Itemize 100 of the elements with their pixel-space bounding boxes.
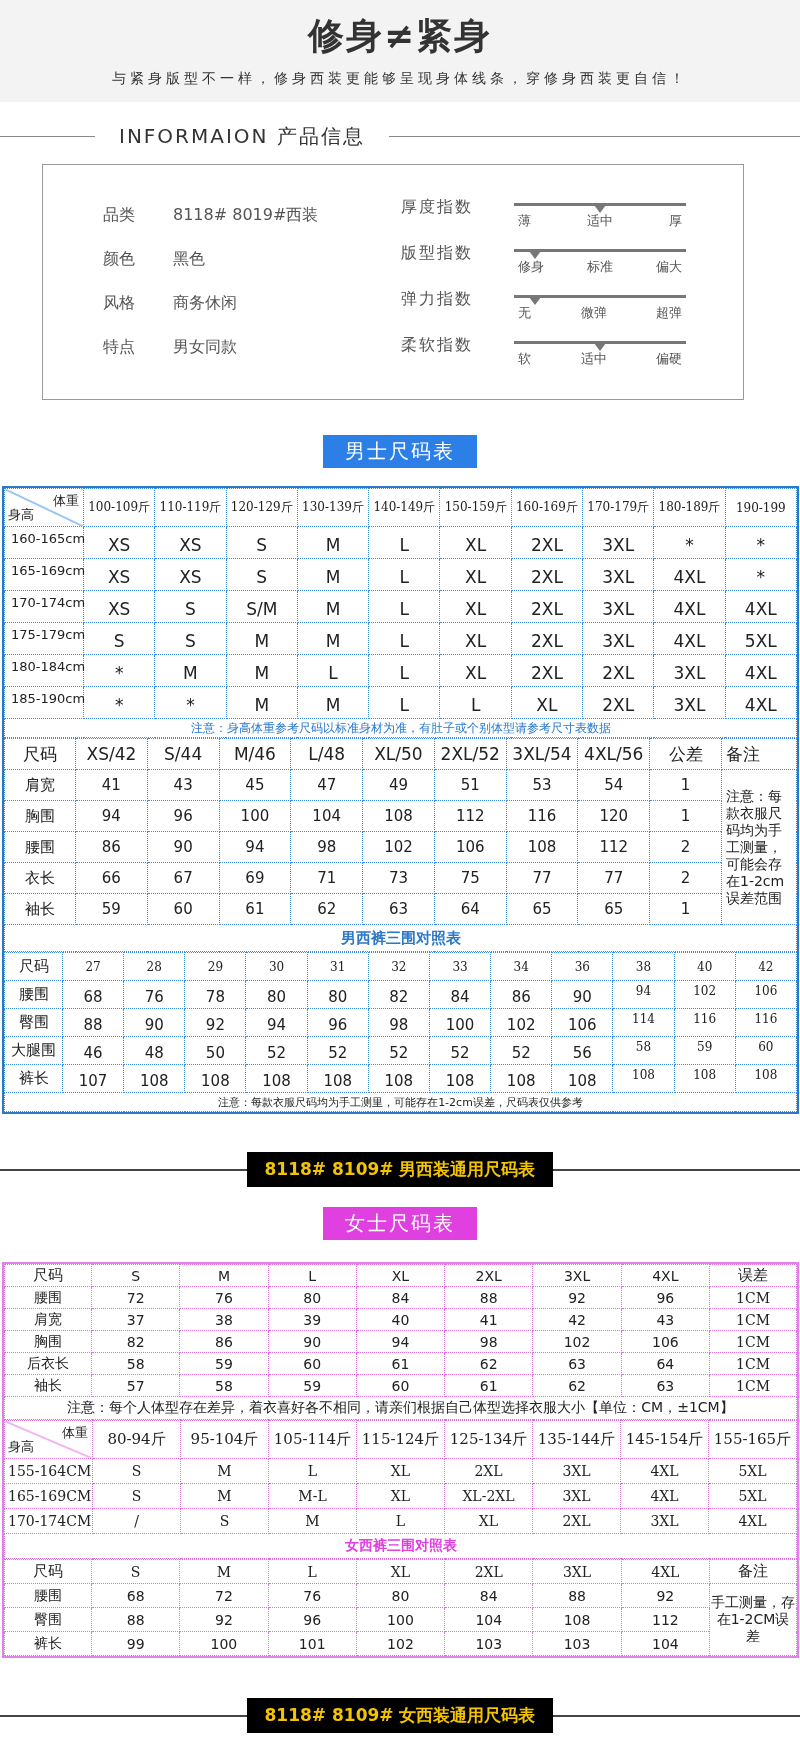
column-header: 120-129斤 (226, 488, 298, 527)
table-cell: 84 (429, 980, 491, 1009)
table-cell: 61 (444, 1374, 533, 1397)
table-cell: 52 (307, 1036, 369, 1065)
table-cell: 86 (75, 831, 148, 863)
table-cell: 48 (123, 1036, 185, 1065)
table-cell: XL (356, 1483, 445, 1509)
table-cell: 4XL (725, 654, 797, 687)
index-label: 厚度指数 (401, 197, 474, 218)
row-header: 185-190cm (4, 686, 84, 719)
table-cell: 108 (506, 831, 578, 863)
table-cell: 61 (356, 1352, 445, 1375)
page-title: 修身≠紧身 (307, 14, 493, 58)
table-cell: 52 (245, 1036, 308, 1065)
table-note: 注意：每款衣服尺码均为手工测里，可能存在1-2cm误差，尺码表仅供参考 (4, 1092, 797, 1112)
table-cell: 92 (621, 1583, 710, 1608)
table-cell: 102 (532, 1330, 622, 1353)
banner: 8118# 8109# 男西装通用尺码表 (246, 1152, 554, 1187)
table-cell: 3XL (582, 622, 654, 655)
table-cell: * (83, 654, 155, 687)
table-cell: 88 (444, 1286, 533, 1309)
column-header: 140-149斤 (368, 488, 440, 527)
table-cell: 68 (91, 1583, 180, 1608)
attribute-label: 风格 (103, 292, 136, 314)
table-cell: L (440, 686, 512, 719)
table-cell: 63 (532, 1352, 622, 1375)
table-cell: 82 (368, 980, 430, 1009)
column-axis-label: 体重 (53, 492, 79, 510)
row-header: 腰围 (4, 1286, 92, 1309)
table-cell: 49 (362, 769, 435, 801)
table-cell: L (368, 558, 440, 591)
table-cell: 43 (147, 769, 220, 801)
table-cell: 53 (506, 769, 578, 801)
table-cell: 108 (612, 1064, 675, 1093)
table-cell: 66 (75, 862, 148, 894)
table-cell: 80 (356, 1583, 445, 1608)
row-header: 肩宽 (4, 1308, 92, 1331)
table-cell: S (226, 526, 298, 559)
table-cell: 100 (429, 1008, 491, 1037)
table-cell: 80 (245, 980, 308, 1009)
table-cell: XS (83, 558, 155, 591)
table-cell: 64 (621, 1352, 710, 1375)
table-cell: 4XL (653, 558, 726, 591)
table-cell: 112 (577, 831, 650, 863)
table-cell: 108 (674, 1064, 736, 1093)
table-cell: L (368, 654, 440, 687)
table-cell: 1CM (709, 1286, 797, 1309)
column-header: 42 (735, 952, 797, 981)
row-header: 臀围 (4, 1607, 92, 1632)
table-cell: 50 (184, 1036, 246, 1065)
table-cell: 62 (444, 1352, 533, 1375)
table-cell: 116 (506, 800, 578, 832)
scale-option: 软 (518, 350, 531, 368)
scale-option: 适中 (580, 350, 607, 368)
row-header: 臀围 (4, 1008, 63, 1037)
table-cell: 107 (62, 1064, 124, 1093)
table-cell: * (154, 686, 227, 719)
table-title: 男西裤三围对照表 (4, 924, 797, 952)
banner: 8118# 8109# 女西装通用尺码表 (246, 1698, 554, 1733)
table-cell: 86 (490, 980, 552, 1009)
table-cell: M (226, 654, 298, 687)
table-cell: 1CM (709, 1374, 797, 1397)
attribute-label: 颜色 (103, 248, 136, 270)
table-cell: S (154, 622, 227, 655)
table-cell: M (297, 558, 369, 591)
column-header: L (268, 1559, 357, 1584)
row-header: 裤长 (4, 1631, 92, 1656)
table-cell: 59 (268, 1374, 357, 1397)
table-cell: 88 (62, 1008, 124, 1037)
table-cell: 108 (735, 1064, 797, 1093)
table-cell: 84 (356, 1286, 445, 1309)
table-cell: 99 (91, 1631, 180, 1656)
table-cell: 94 (75, 800, 148, 832)
table-cell: 96 (621, 1286, 710, 1309)
table-cell: S/M (226, 590, 298, 623)
table-cell: 54 (577, 769, 650, 801)
table-cell: XL (356, 1458, 445, 1484)
table-cell: L (368, 590, 440, 623)
table-cell: 2XL (511, 558, 583, 591)
table-cell: 46 (62, 1036, 124, 1065)
table-cell: 68 (62, 980, 124, 1009)
table-cell: M (226, 686, 298, 719)
column-header: 150-159斤 (440, 488, 512, 527)
table-cell: 65 (506, 893, 578, 925)
table-cell: XL (511, 686, 583, 719)
table-cell: 116 (674, 1008, 736, 1037)
table-cell: 108 (551, 1064, 613, 1093)
table-cell: 2XL (582, 686, 654, 719)
table-cell: 76 (123, 980, 185, 1009)
table-cell: 43 (621, 1308, 710, 1331)
row-header: 衣长 (4, 862, 76, 894)
table-cell: 102 (356, 1631, 445, 1656)
row-header: 腰围 (4, 1583, 92, 1608)
column-header: 误差 (709, 1264, 797, 1287)
table-cell: 76 (268, 1583, 357, 1608)
table-cell: 58 (612, 1036, 675, 1065)
table-cell: 71 (290, 862, 363, 894)
table-cell: 108 (245, 1064, 308, 1093)
table-cell: 90 (147, 831, 220, 863)
index-label: 版型指数 (401, 243, 474, 264)
